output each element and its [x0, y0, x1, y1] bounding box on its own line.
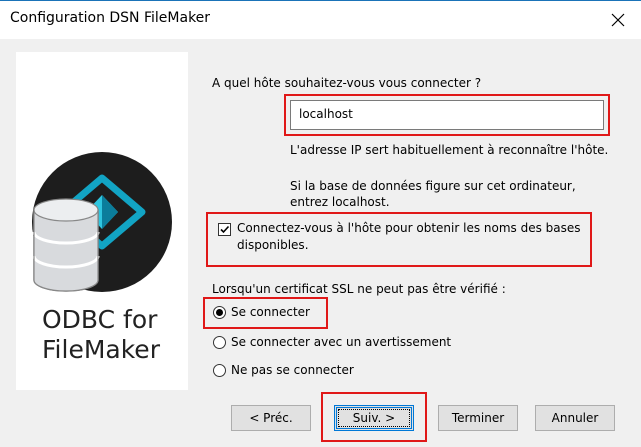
close-button[interactable] [595, 1, 641, 39]
host-hint-local-2: entrez localhost. [290, 195, 390, 209]
finish-label: Terminer [451, 411, 505, 425]
finish-button[interactable]: Terminer [438, 405, 518, 431]
logo-text: ODBC for FileMaker [42, 305, 160, 365]
cancel-label: Annuler [551, 411, 599, 425]
close-icon [611, 13, 625, 27]
connect-label-2: disponibles. [237, 238, 309, 252]
ssl-option-warn[interactable]: Se connecter avec un avertissement [231, 335, 451, 349]
database-icon [32, 198, 100, 292]
cancel-button[interactable]: Annuler [535, 405, 615, 431]
host-hint-local-1: Si la base de données figure sur cet ord… [290, 179, 576, 193]
ssl-label: Lorsqu'un certificat SSL ne peut pas êtr… [212, 282, 506, 296]
connect-checkbox[interactable] [218, 223, 231, 236]
ssl-radio-no-connect[interactable] [213, 364, 226, 377]
window-title: Configuration DSN FileMaker [10, 10, 211, 26]
back-button[interactable]: < Préc. [231, 405, 311, 431]
host-field[interactable] [290, 100, 604, 130]
ssl-radio-connect[interactable] [213, 306, 226, 319]
side-panel: ODBC for FileMaker [16, 52, 188, 390]
next-label: Suiv. > [352, 411, 396, 425]
next-button[interactable]: Suiv. > [334, 405, 414, 431]
ssl-radio-warn[interactable] [213, 336, 226, 349]
host-hint-ip: L'adresse IP sert habituellement à recon… [290, 143, 609, 157]
check-icon [220, 225, 230, 234]
title-bar: Configuration DSN FileMaker [0, 0, 641, 39]
ssl-option-connect[interactable]: Se connecter [231, 305, 310, 319]
logo-line1: ODBC for [42, 305, 158, 334]
back-label: < Préc. [249, 411, 293, 425]
radio-selected-dot [216, 309, 223, 316]
host-question: A quel hôte souhaitez-vous vous connecte… [212, 76, 482, 90]
connect-label-1[interactable]: Connectez-vous à l'hôte pour obtenir les… [237, 221, 581, 235]
filemaker-logo-icon [32, 152, 172, 292]
logo-line2: FileMaker [42, 335, 160, 364]
ssl-option-no-connect[interactable]: Ne pas se connecter [231, 363, 354, 377]
host-input[interactable] [299, 107, 589, 121]
